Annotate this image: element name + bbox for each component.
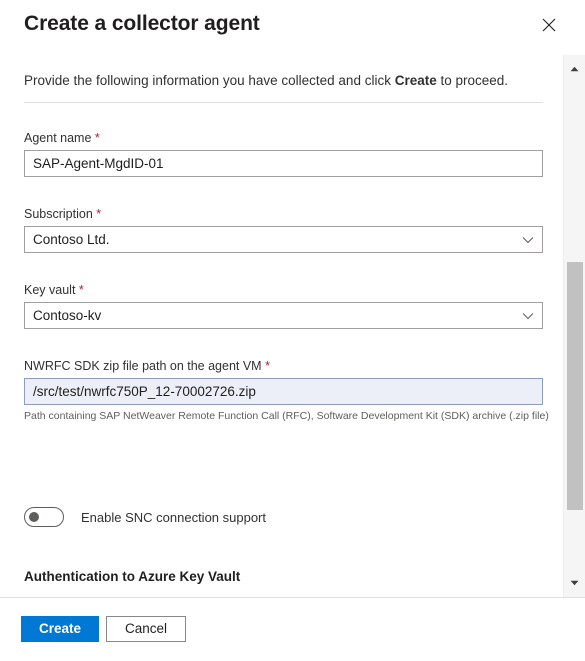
nwrfc-sdk-path-helper-text: Path containing SAP NetWeaver Remote Fun… xyxy=(24,410,549,422)
page-title: Create a collector agent xyxy=(24,12,260,35)
subscription-dropdown[interactable]: Contoso Ltd. xyxy=(24,226,543,253)
subscription-label-text: Subscription xyxy=(24,207,93,221)
scrollbar-thumb[interactable] xyxy=(567,262,583,510)
intro-emphasis: Create xyxy=(394,73,437,88)
snc-toggle-label[interactable]: Enable SNC connection support xyxy=(81,510,266,525)
key-vault-dropdown[interactable]: Contoso-kv xyxy=(24,302,543,329)
nwrfc-sdk-path-label-text: NWRFC SDK zip file path on the agent VM xyxy=(24,359,262,373)
intro-prefix: Provide the following information you ha… xyxy=(24,73,395,88)
nwrfc-sdk-path-input[interactable] xyxy=(24,378,543,405)
field-agent-name: Agent name * xyxy=(24,130,543,177)
key-vault-label-text: Key vault xyxy=(24,283,76,297)
create-button[interactable]: Create xyxy=(21,616,99,642)
agent-name-label: Agent name * xyxy=(24,130,543,146)
vertical-scrollbar[interactable] xyxy=(563,55,585,597)
scroll-up-arrow-icon[interactable] xyxy=(564,59,585,79)
intro-suffix: to proceed. xyxy=(436,73,509,88)
snc-toggle[interactable] xyxy=(24,507,64,527)
chevron-down-icon xyxy=(522,231,534,249)
authentication-heading: Authentication to Azure Key Vault xyxy=(24,569,241,584)
header-divider xyxy=(24,102,543,103)
agent-name-label-text: Agent name xyxy=(24,131,92,145)
subscription-value: Contoso Ltd. xyxy=(33,232,110,247)
chevron-down-icon xyxy=(522,307,534,325)
panel-footer: Create Cancel xyxy=(0,597,585,661)
key-vault-value: Contoso-kv xyxy=(33,308,102,323)
snc-toggle-knob xyxy=(29,512,39,522)
form-body: Provide the following information you ha… xyxy=(0,55,563,597)
snc-toggle-row: Enable SNC connection support xyxy=(24,507,266,527)
close-icon[interactable] xyxy=(536,12,562,38)
intro-text: Provide the following information you ha… xyxy=(24,72,534,90)
required-asterisk: * xyxy=(265,359,270,373)
agent-name-input[interactable] xyxy=(24,150,543,177)
panel-header: Create a collector agent xyxy=(0,0,585,55)
field-key-vault: Key vault * Contoso-kv xyxy=(24,282,543,329)
nwrfc-sdk-path-label: NWRFC SDK zip file path on the agent VM … xyxy=(24,358,543,374)
required-asterisk: * xyxy=(78,283,84,297)
subscription-label: Subscription * xyxy=(24,206,543,222)
field-nwrfc-sdk-path: NWRFC SDK zip file path on the agent VM … xyxy=(24,358,549,423)
field-subscription: Subscription * Contoso Ltd. xyxy=(24,206,543,253)
key-vault-label: Key vault * xyxy=(24,282,543,298)
cancel-button[interactable]: Cancel xyxy=(106,616,186,642)
scroll-down-arrow-icon[interactable] xyxy=(564,573,585,593)
create-collector-agent-panel: Create a collector agent Provide the fol… xyxy=(0,0,585,661)
required-asterisk: * xyxy=(96,207,102,221)
form-scroll-region: Provide the following information you ha… xyxy=(0,55,585,597)
required-asterisk: * xyxy=(94,131,100,145)
